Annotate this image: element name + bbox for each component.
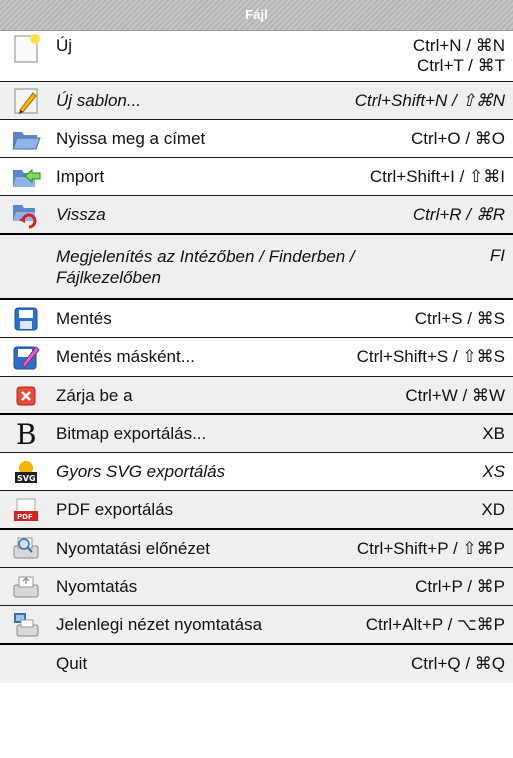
menu-item-label: Nyissa meg a címet: [56, 129, 206, 148]
menu-item-label: Quit: [56, 654, 88, 673]
menu-item-label: Vissza: [56, 205, 106, 224]
menu-item-quit[interactable]: Quit Ctrl+Q / ⌘Q: [0, 645, 513, 683]
menu-item-revert[interactable]: Vissza Ctrl+R / ⌘R: [0, 196, 513, 235]
menu-item-pdf-export[interactable]: PDF PDF exportálás XD: [0, 491, 513, 530]
menu-item-print-preview[interactable]: Nyomtatási előnézet Ctrl+Shift+P / ⇧⌘P: [0, 530, 513, 568]
menu-item-shortcut: Ctrl+Shift+P / ⇧⌘P: [356, 539, 505, 558]
menu-item-shortcut: Ctrl+O / ⌘O: [411, 129, 505, 148]
svg-text:B: B: [16, 418, 37, 448]
menu-item-label: Nyomtatási előnézet: [56, 539, 211, 558]
menu-item-label: Mentés: [56, 309, 112, 328]
menu-item-shortcut: Ctrl+N / ⌘N Ctrl+T / ⌘T: [412, 36, 505, 75]
open-folder-icon: [11, 124, 41, 154]
new-document-icon: [11, 34, 41, 64]
menu-item-shortcut: Ctrl+R / ⌘R: [412, 205, 505, 224]
print-view-icon: [11, 610, 41, 640]
menu-item-shortcut: Ctrl+Q / ⌘Q: [411, 654, 505, 673]
menu-item-new[interactable]: Új Ctrl+N / ⌘N Ctrl+T / ⌘T: [0, 31, 513, 82]
menu-item-import[interactable]: Import Ctrl+Shift+I / ⇧⌘I: [0, 158, 513, 196]
menu-item-shortcut: Ctrl+Alt+P / ⌥⌘P: [365, 615, 505, 634]
menu-item-label: Megjelenítés az Intézőben / Finderben / …: [56, 247, 355, 287]
menu-item-shortcut: Ctrl+P / ⌘P: [415, 577, 505, 596]
import-arrow-icon: [11, 162, 41, 192]
revert-icon: [11, 200, 41, 230]
menu-item-label: Mentés másként...: [56, 347, 195, 366]
save-as-icon: [11, 342, 41, 372]
bitmap-b-icon: B: [11, 418, 41, 448]
menu-item-print[interactable]: Nyomtatás Ctrl+P / ⌘P: [0, 568, 513, 606]
menu-item-label: Új sablon...: [56, 91, 142, 110]
menu-item-shortcut: XD: [481, 500, 505, 519]
menu-item-label: Import: [56, 167, 105, 186]
menu-item-new-template[interactable]: Új sablon... Ctrl+Shift+N / ⇧⌘N: [0, 82, 513, 120]
save-disk-icon: [11, 304, 41, 334]
menu-item-print-current-view[interactable]: Jelenlegi nézet nyomtatása Ctrl+Alt+P / …: [0, 606, 513, 645]
menu-item-shortcut: XS: [482, 462, 505, 481]
menu-item-close[interactable]: Zárja be a Ctrl+W / ⌘W: [0, 377, 513, 415]
menu-item-label: Gyors SVG exportálás: [56, 462, 226, 481]
menu-item-label: Bitmap exportálás...: [56, 424, 207, 443]
menu-item-label: Zárja be a: [56, 386, 133, 405]
pencil-template-icon: [11, 86, 41, 116]
svg-text:PDF: PDF: [17, 513, 33, 521]
menu-item-label: Jelenlegi nézet nyomtatása: [56, 615, 263, 634]
menu-item-shortcut: XB: [482, 424, 505, 443]
menu-item-label: PDF exportálás: [56, 500, 174, 519]
menu-item-shortcut: Ctrl+Shift+I / ⇧⌘I: [369, 167, 505, 186]
svg-text:SVG: SVG: [17, 474, 36, 483]
menu-item-label: Új: [56, 36, 73, 55]
menu-item-save[interactable]: Mentés Ctrl+S / ⌘S: [0, 300, 513, 338]
menu-item-shortcut: Ctrl+S / ⌘S: [414, 309, 505, 328]
menu-item-bitmap-export[interactable]: B Bitmap exportálás... XB: [0, 415, 513, 453]
menu-item-quick-svg-export[interactable]: SVG Gyors SVG exportálás XS: [0, 453, 513, 491]
svg-export-icon: SVG: [11, 457, 41, 487]
close-x-icon: [11, 381, 41, 411]
printer-icon: [11, 572, 41, 602]
menu-item-shortcut: Ctrl+Shift+N / ⇧⌘N: [354, 91, 505, 110]
menu-item-shortcut: Ctrl+Shift+S / ⇧⌘S: [356, 347, 505, 366]
menu-item-save-as[interactable]: Mentés másként... Ctrl+Shift+S / ⇧⌘S: [0, 338, 513, 377]
menu-item-show-in-file-manager[interactable]: Megjelenítés az Intézőben / Finderben / …: [0, 235, 513, 300]
menu-item-open[interactable]: Nyissa meg a címet Ctrl+O / ⌘O: [0, 120, 513, 158]
print-preview-icon: [11, 534, 41, 564]
menu-header: Fájl: [0, 0, 513, 31]
menu-item-shortcut: Ctrl+W / ⌘W: [405, 386, 505, 405]
menu-item-label: Nyomtatás: [56, 577, 138, 596]
pdf-icon: PDF: [11, 495, 41, 525]
menu-item-shortcut: FI: [489, 246, 505, 265]
